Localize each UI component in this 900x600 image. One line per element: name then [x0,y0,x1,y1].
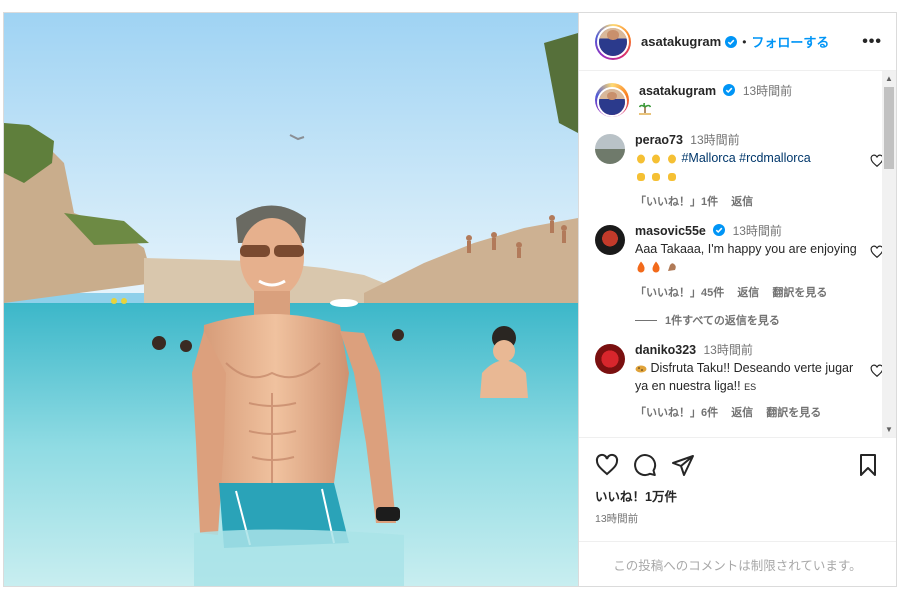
reply-button[interactable]: 返信 [731,196,753,208]
comment-item: perao73 13時間前 #Mallorca #rcdmallorca 「いい… [595,132,884,209]
comment-time[interactable]: 13時間前 [703,343,752,357]
clapping-hands-emoji-icon [635,151,678,165]
comments-restricted-notice: この投稿へのコメントは制限されています。 [579,541,896,586]
comment-body: perao73 13時間前 #Mallorca #rcdmallorca 「いい… [635,132,857,209]
like-heart-icon[interactable] [595,453,619,477]
comment-like-count[interactable]: 「いいね！」6件 [635,407,718,419]
avatar-image [599,27,627,56]
translate-button[interactable]: 翻訳を見る [766,407,821,419]
scrollbar-thumb[interactable] [884,87,894,169]
comment-like-count[interactable]: 「いいね！」45件 [635,287,724,299]
avatar[interactable] [597,25,629,58]
reply-button[interactable]: 返信 [737,287,759,299]
comment-body: masovic55e 13時間前 Aaa Takaaa, I'm happy y… [635,223,857,300]
scroll-down-arrow-icon[interactable]: ▼ [885,425,893,434]
comment-text: Disfruta Taku!! Deseando verte jugar ya … [635,359,857,396]
post-header: asatakugram • フォローする ••• [579,13,896,71]
reply-button[interactable]: 返信 [731,407,753,419]
comment-bubble-icon[interactable] [633,453,657,477]
share-paper-plane-icon[interactable] [671,453,695,477]
follow-button[interactable]: フォローする [751,32,829,51]
post-side-panel: asatakugram • フォローする ••• asatakugram 13時… [578,13,896,586]
caption-story-ring[interactable] [595,83,629,117]
view-replies-button[interactable]: 1件すべての返信を見る [635,312,872,328]
raising-hands-emoji-icon [635,169,678,183]
avatar[interactable] [597,87,627,117]
comments-scrollbar[interactable]: ▲ ▼ [882,71,896,437]
flexed-biceps-emoji-icon [666,260,678,274]
fire-emoji-icon [635,260,662,274]
translate-button[interactable]: 翻訳を見る [772,287,827,299]
comment-username[interactable]: masovic55e [635,224,706,238]
comment-time[interactable]: 13時間前 [690,133,739,147]
commenter-avatar[interactable] [595,134,625,164]
comment-hashtags[interactable]: #Mallorca #rcdmallorca [681,151,810,165]
comment-body: daniko323 13時間前 Disfruta Taku!! Deseando… [635,342,857,420]
comments-list[interactable]: asatakugram 13時間前 perao73 13時間前 #Mallorc… [579,71,896,437]
comment-text: Aaa Takaaa, I'm happy you are enjoying [635,240,857,276]
commenter-avatar[interactable] [595,344,625,374]
comment-like-count[interactable]: 「いいね！」1件 [635,196,718,208]
scroll-up-arrow-icon[interactable]: ▲ [885,74,893,83]
verified-badge-icon [725,35,738,48]
comment-meta: 「いいね！」45件 返信 翻訳を見る [635,284,857,300]
post-timestamp[interactable]: 13時間前 [595,511,880,526]
verified-badge-icon [713,224,726,236]
instagram-post-embed: asatakugram • フォローする ••• asatakugram 13時… [3,12,897,587]
like-count[interactable]: いいね！1万件 [595,486,880,505]
commenter-avatar[interactable] [595,225,625,255]
comment-username[interactable]: perao73 [635,133,683,147]
comment-item: masovic55e 13時間前 Aaa Takaaa, I'm happy y… [595,223,884,300]
action-icons-row [595,450,880,480]
header-username[interactable]: asatakugram [641,34,721,49]
post-photo[interactable] [4,13,578,586]
caption-time[interactable]: 13時間前 [743,84,792,98]
action-bar: いいね！1万件 13時間前 [579,437,896,541]
palm-tree-island-emoji-icon [639,103,651,115]
caption-body: asatakugram 13時間前 [639,83,861,118]
verified-badge-icon [723,84,736,96]
beach-photo-illustration [4,13,578,586]
spain-flag-letters: ES [744,382,757,392]
save-bookmark-icon[interactable] [856,453,880,477]
avatar-image [599,89,625,115]
comment-username[interactable]: daniko323 [635,343,696,357]
comment-item: daniko323 13時間前 Disfruta Taku!! Deseando… [595,342,884,420]
comment-meta: 「いいね！」6件 返信 翻訳を見る [635,404,857,420]
caption-text [639,100,861,118]
caption-username[interactable]: asatakugram [639,84,716,98]
comment-meta: 「いいね！」1件 返信 [635,193,857,209]
caption: asatakugram 13時間前 [595,83,872,118]
story-ring[interactable] [595,23,631,60]
comment-text: #Mallorca #rcdmallorca [635,149,857,185]
separator-dot: • [742,34,747,49]
comment-time[interactable]: 13時間前 [733,224,782,238]
comment-text-body: Aaa Takaaa, I'm happy you are enjoying [635,242,857,256]
more-options-icon[interactable]: ••• [862,33,882,49]
leopard-emoji-icon [635,361,647,375]
